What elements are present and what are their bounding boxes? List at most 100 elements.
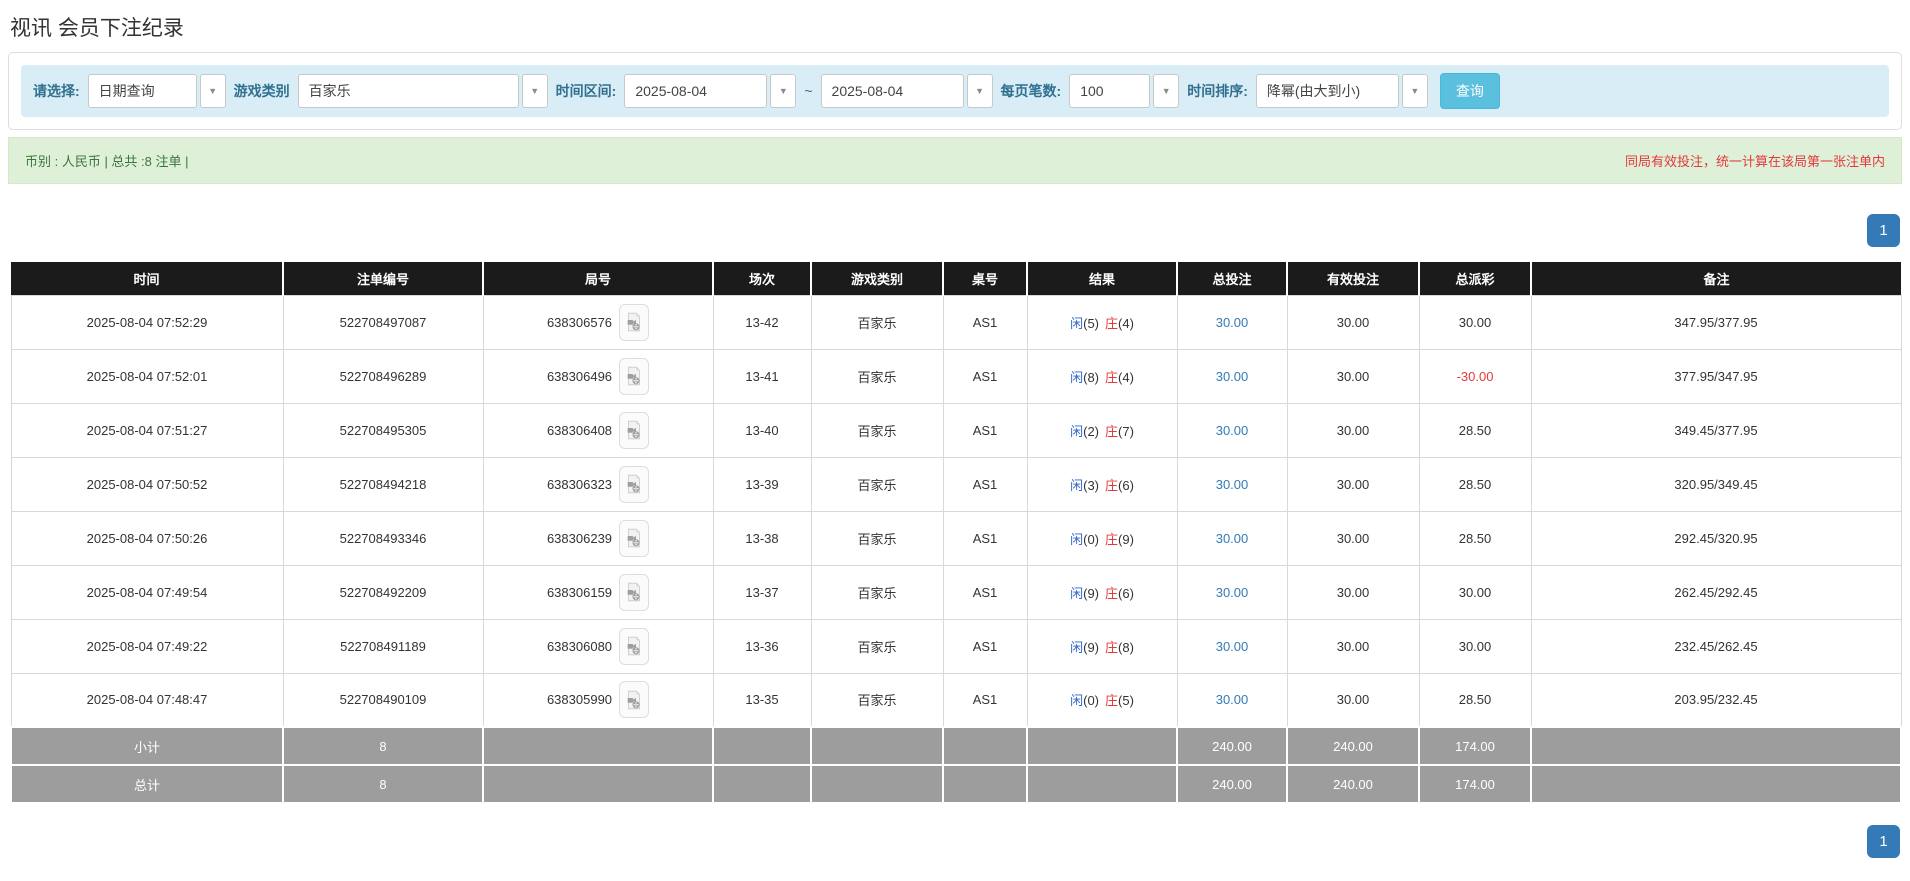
video-file-icon (626, 636, 642, 656)
round-number: 638306080 (547, 639, 612, 654)
table-row: 2025-08-04 07:49:22 522708491189 6383060… (11, 619, 1901, 673)
result-player-label: 闲 (1070, 316, 1083, 331)
cell-session: 13-40 (713, 403, 811, 457)
video-playback-button[interactable] (619, 466, 649, 503)
video-playback-button[interactable] (619, 628, 649, 665)
col-header-game-type: 游戏类别 (811, 262, 943, 295)
game-type-select[interactable]: 百家乐 ▼ (298, 74, 548, 108)
table-row: 2025-08-04 07:51:27 522708495305 6383064… (11, 403, 1901, 457)
cell-table: AS1 (943, 511, 1027, 565)
cell-bet-id: 522708492209 (283, 565, 483, 619)
cell-game-type: 百家乐 (811, 565, 943, 619)
total-bet-link[interactable]: 30.00 (1216, 477, 1249, 492)
cell-note: 320.95/349.45 (1531, 457, 1901, 511)
chevron-down-icon[interactable]: ▼ (770, 74, 796, 108)
result-banker-count: (6) (1118, 478, 1134, 493)
col-header-payout: 总派彩 (1419, 262, 1531, 295)
cell-session: 13-42 (713, 295, 811, 349)
chevron-down-icon[interactable]: ▼ (200, 74, 226, 108)
col-header-valid-bet: 有效投注 (1287, 262, 1419, 295)
cell-table: AS1 (943, 295, 1027, 349)
col-header-session: 场次 (713, 262, 811, 295)
result-player-count: (9) (1083, 586, 1099, 601)
video-playback-button[interactable] (619, 304, 649, 341)
sort-value: 降幂(由大到小) (1267, 81, 1360, 101)
round-number: 638306408 (547, 423, 612, 438)
cell-round: 638306239 (483, 511, 713, 565)
result-banker-label: 庄 (1105, 370, 1118, 385)
game-type-value: 百家乐 (309, 81, 351, 101)
sort-select[interactable]: 降幂(由大到小) ▼ (1256, 74, 1428, 108)
video-playback-button[interactable] (619, 358, 649, 395)
cell-note: 203.95/232.45 (1531, 673, 1901, 727)
video-file-icon (626, 528, 642, 548)
empty-cell (1531, 765, 1901, 803)
video-playback-button[interactable] (619, 520, 649, 557)
result-banker-label: 庄 (1105, 693, 1118, 708)
cell-bet-id: 522708495305 (283, 403, 483, 457)
subtotal-valid-bet: 240.00 (1287, 727, 1419, 765)
cell-valid-bet: 30.00 (1287, 619, 1419, 673)
chevron-down-icon[interactable]: ▼ (1153, 74, 1179, 108)
total-bet-link[interactable]: 30.00 (1216, 692, 1249, 707)
result-player-count: (2) (1083, 424, 1099, 439)
cell-table: AS1 (943, 403, 1027, 457)
cell-valid-bet: 30.00 (1287, 511, 1419, 565)
cell-note: 349.45/377.95 (1531, 403, 1901, 457)
round-number: 638306496 (547, 369, 612, 384)
table-body: 2025-08-04 07:52:29 522708497087 6383065… (11, 295, 1901, 727)
table-row: 2025-08-04 07:48:47 522708490109 6383059… (11, 673, 1901, 727)
cell-time: 2025-08-04 07:50:26 (11, 511, 283, 565)
cell-table: AS1 (943, 457, 1027, 511)
cell-note: 377.95/347.95 (1531, 349, 1901, 403)
total-bet-link[interactable]: 30.00 (1216, 315, 1249, 330)
cell-round: 638306159 (483, 565, 713, 619)
chevron-down-icon[interactable]: ▼ (522, 74, 548, 108)
result-banker-count: (7) (1118, 424, 1134, 439)
date-to-select[interactable]: 2025-08-04 ▼ (821, 74, 993, 108)
per-page-select[interactable]: 100 ▼ (1069, 74, 1179, 108)
result-player-label: 闲 (1070, 693, 1083, 708)
chevron-down-icon[interactable]: ▼ (1402, 74, 1428, 108)
video-file-icon (626, 582, 642, 602)
cell-result: 闲(0)庄(5) (1027, 673, 1177, 727)
result-player-label: 闲 (1070, 532, 1083, 547)
result-player-count: (0) (1083, 693, 1099, 708)
filter-bar: 请选择: 日期查询 ▼ 游戏类别 百家乐 ▼ 时间区间: 2025-08-04 … (21, 65, 1889, 117)
cell-payout: 30.00 (1419, 295, 1531, 349)
total-bet-link[interactable]: 30.00 (1216, 585, 1249, 600)
time-range-label: 时间区间: (556, 81, 617, 101)
total-bet-link[interactable]: 30.00 (1216, 423, 1249, 438)
search-button[interactable]: 查询 (1440, 73, 1500, 109)
range-separator: ~ (804, 83, 812, 99)
result-banker-count: (8) (1118, 640, 1134, 655)
video-file-icon (626, 312, 642, 332)
total-bet-link[interactable]: 30.00 (1216, 369, 1249, 384)
page-1-button[interactable]: 1 (1867, 214, 1900, 247)
cell-payout: 28.50 (1419, 403, 1531, 457)
empty-cell (713, 727, 811, 765)
total-bet-link[interactable]: 30.00 (1216, 639, 1249, 654)
total-total-bet: 240.00 (1177, 765, 1287, 803)
video-file-icon (626, 690, 642, 710)
cell-bet-id: 522708496289 (283, 349, 483, 403)
subtotal-label: 小计 (11, 727, 283, 765)
total-label: 总计 (11, 765, 283, 803)
cell-bet-id: 522708490109 (283, 673, 483, 727)
video-playback-button[interactable] (619, 681, 649, 718)
total-bet-link[interactable]: 30.00 (1216, 531, 1249, 546)
result-banker-count: (4) (1118, 370, 1134, 385)
video-playback-button[interactable] (619, 412, 649, 449)
cell-game-type: 百家乐 (811, 457, 943, 511)
video-file-icon (626, 366, 642, 386)
query-type-select[interactable]: 日期查询 ▼ (88, 74, 226, 108)
result-banker-count: (9) (1118, 532, 1134, 547)
cell-session: 13-41 (713, 349, 811, 403)
chevron-down-icon[interactable]: ▼ (967, 74, 993, 108)
col-header-total-bet: 总投注 (1177, 262, 1287, 295)
page-1-button[interactable]: 1 (1867, 825, 1900, 858)
date-from-select[interactable]: 2025-08-04 ▼ (624, 74, 796, 108)
video-playback-button[interactable] (619, 574, 649, 611)
cell-result: 闲(0)庄(9) (1027, 511, 1177, 565)
cell-total-bet: 30.00 (1177, 565, 1287, 619)
